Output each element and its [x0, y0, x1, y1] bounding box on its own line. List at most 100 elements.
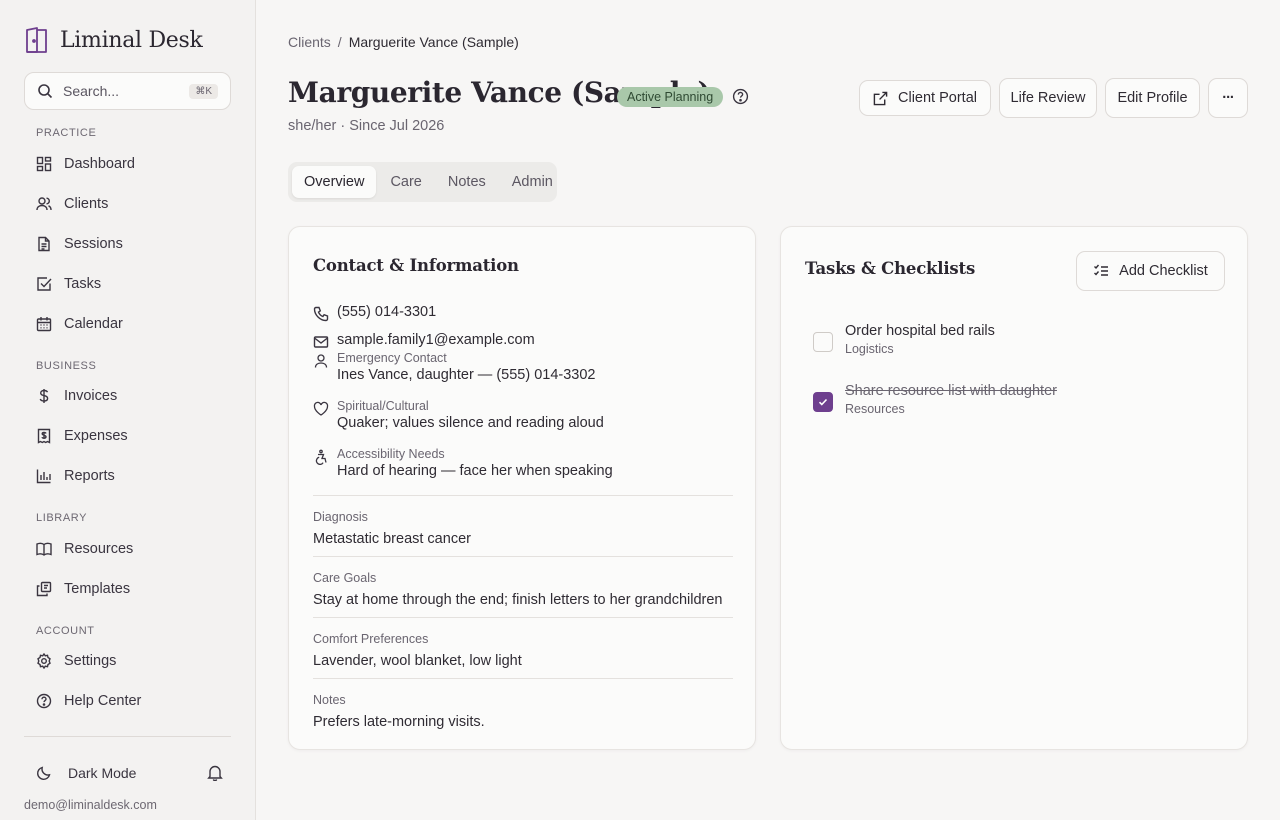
task-title: Share resource list with daughter [845, 383, 1057, 399]
sidebar-item-clients[interactable]: Clients [24, 187, 231, 221]
calendar-icon [36, 316, 52, 332]
email-value[interactable]: sample.family1@example.com [337, 332, 535, 350]
checklist-icon [1093, 263, 1109, 279]
bar-chart-icon [36, 468, 52, 484]
mail-icon [313, 332, 329, 350]
search-input[interactable]: Search... ⌘K [24, 72, 231, 110]
sidebar-item-templates[interactable]: Templates [24, 572, 231, 606]
tab-admin[interactable]: Admin [500, 166, 565, 198]
breadcrumb-link-clients[interactable]: Clients [288, 34, 331, 50]
section-label-library: LIBRARY [36, 512, 88, 524]
care-goals-field: Care Goals Stay at home through the end;… [313, 556, 733, 609]
breadcrumb-separator: / [337, 34, 342, 50]
tasks-card: Tasks & Checklists Add Checklist Order h… [780, 226, 1248, 750]
search-shortcut: ⌘K [189, 83, 218, 99]
task-checkbox-checked[interactable] [813, 392, 833, 412]
accessibility-row: Accessibility Needs Hard of hearing — fa… [313, 447, 613, 479]
book-icon [36, 541, 52, 557]
dollar-icon [36, 388, 52, 404]
help-circle-icon [36, 693, 52, 709]
user-email: demo@liminaldesk.com [24, 798, 157, 812]
sidebar-item-dashboard[interactable]: Dashboard [24, 147, 231, 181]
life-review-button[interactable]: Life Review [999, 78, 1097, 118]
more-options-button[interactable]: ··· [1208, 78, 1248, 118]
task-checkbox[interactable] [813, 332, 833, 352]
client-portal-button[interactable]: Client Portal [859, 80, 991, 116]
status-badge: Active Planning [617, 87, 724, 107]
diagnosis-value: Metastatic breast cancer [313, 531, 471, 547]
sidebar-item-label: Help Center [64, 693, 142, 709]
care-goals-value: Stay at home through the end; finish let… [313, 592, 723, 608]
edit-profile-button[interactable]: Edit Profile [1105, 78, 1200, 118]
gear-icon [36, 653, 52, 669]
task-category: Logistics [845, 342, 894, 356]
comfort-label: Comfort Preferences [313, 632, 429, 646]
comfort-value: Lavender, wool blanket, low light [313, 653, 522, 669]
spiritual-label: Spiritual/Cultural [337, 399, 429, 413]
section-label-business: BUSINESS [36, 360, 97, 372]
task-item: Order hospital bed rails Logistics [813, 323, 995, 356]
sidebar-item-invoices[interactable]: Invoices [24, 379, 231, 413]
tab-notes[interactable]: Notes [436, 166, 498, 198]
add-checklist-button[interactable]: Add Checklist [1076, 251, 1225, 291]
tab-bar: Overview Care Notes Admin [288, 162, 557, 202]
sidebar-item-label: Calendar [64, 316, 123, 332]
sidebar-item-label: Expenses [64, 428, 128, 444]
dark-mode-toggle[interactable]: Dark Mode [24, 757, 231, 789]
breadcrumb-current: Marguerite Vance (Sample) [348, 34, 519, 50]
sidebar-divider [24, 736, 231, 737]
accessibility-label: Accessibility Needs [337, 447, 445, 461]
phone-value[interactable]: (555) 014-3301 [337, 304, 436, 322]
add-checklist-label: Add Checklist [1119, 263, 1208, 279]
emergency-value: Ines Vance, daughter — (555) 014-3302 [337, 367, 596, 383]
users-icon [36, 196, 52, 212]
life-review-label: Life Review [1010, 90, 1086, 106]
sidebar-item-resources[interactable]: Resources [24, 532, 231, 566]
sidebar-item-label: Resources [64, 541, 134, 557]
sidebar-item-tasks[interactable]: Tasks [24, 267, 231, 301]
sidebar-item-settings[interactable]: Settings [24, 644, 231, 678]
sidebar-item-label: Tasks [64, 276, 102, 292]
sidebar-item-label: Sessions [64, 236, 123, 252]
section-label-practice: PRACTICE [36, 127, 97, 139]
brand[interactable]: Liminal Desk [24, 26, 203, 54]
contact-card: Contact & Information (555) 014-3301 sam… [288, 226, 756, 750]
notes-label: Notes [313, 693, 346, 707]
accessibility-icon [313, 447, 329, 479]
phone-row: (555) 014-3301 [313, 304, 436, 322]
help-circle-icon[interactable] [732, 88, 749, 105]
sidebar-item-label: Clients [64, 196, 109, 212]
sidebar-item-help[interactable]: Help Center [24, 684, 231, 718]
breadcrumb: Clients / Marguerite Vance (Sample) [288, 34, 519, 50]
notes-field: Notes Prefers late-morning visits. [313, 678, 733, 731]
document-icon [36, 236, 52, 252]
search-icon [37, 83, 53, 99]
spiritual-row: Spiritual/Cultural Quaker; values silenc… [313, 399, 604, 431]
tasks-card-title: Tasks & Checklists [805, 259, 976, 278]
sidebar-item-reports[interactable]: Reports [24, 459, 231, 493]
sidebar-item-expenses[interactable]: Expenses [24, 419, 231, 453]
checkbox-icon [36, 276, 52, 292]
sidebar-item-label: Dashboard [64, 156, 135, 172]
tab-care[interactable]: Care [378, 166, 433, 198]
spiritual-value: Quaker; values silence and reading aloud [337, 415, 604, 431]
emergency-label: Emergency Contact [337, 351, 447, 365]
door-logo-icon [24, 26, 50, 54]
dark-mode-label: Dark Mode [68, 765, 137, 781]
sidebar-item-sessions[interactable]: Sessions [24, 227, 231, 261]
phone-icon [313, 304, 329, 322]
accessibility-value: Hard of hearing — face her when speaking [337, 463, 613, 479]
client-portal-label: Client Portal [898, 90, 977, 106]
task-item: Share resource list with daughter Resour… [813, 383, 1057, 416]
diagnosis-field: Diagnosis Metastatic breast cancer [313, 495, 733, 548]
emergency-row: Emergency Contact Ines Vance, daughter —… [313, 351, 596, 383]
section-label-account: ACCOUNT [36, 625, 95, 637]
contact-card-title: Contact & Information [313, 256, 519, 275]
care-goals-label: Care Goals [313, 571, 377, 585]
bell-icon[interactable] [207, 764, 223, 781]
copy-icon [36, 581, 52, 597]
tab-overview[interactable]: Overview [292, 166, 377, 198]
external-link-icon [873, 91, 888, 106]
client-subtitle: she/her · Since Jul 2026 [288, 118, 445, 134]
sidebar-item-calendar[interactable]: Calendar [24, 307, 231, 341]
